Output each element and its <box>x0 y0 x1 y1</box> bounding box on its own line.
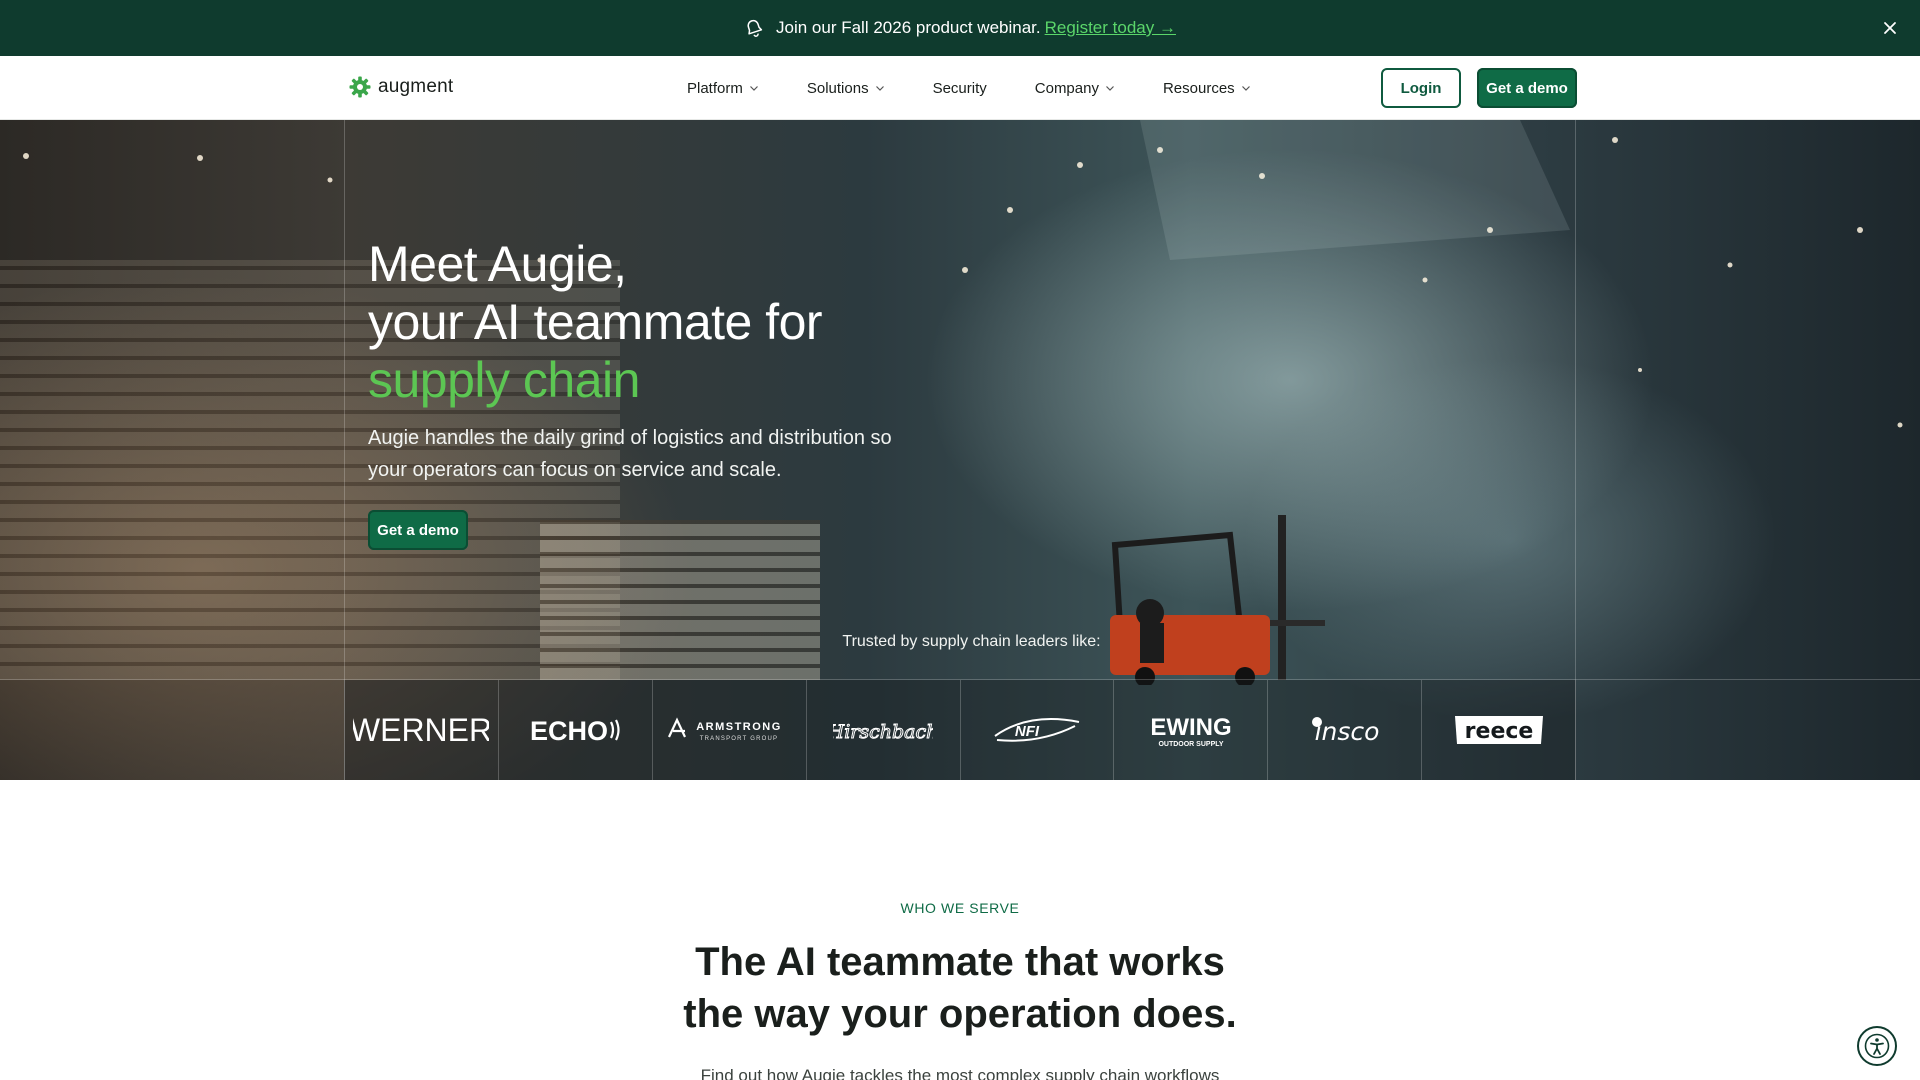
pallet-stacks-decoration <box>540 520 820 680</box>
logo-text: EWING <box>1151 714 1231 741</box>
hero-title: Meet Augie, your AI teammate for supply … <box>368 235 823 409</box>
nav-item-label: Security <box>932 79 987 97</box>
chevron-down-icon <box>749 86 758 91</box>
customer-logo-hirschbach[interactable]: Hirschbach <box>805 680 960 780</box>
section-title-line: the way your operation does. <box>683 992 1237 1036</box>
nav-item-label: Company <box>1034 79 1099 97</box>
nav-item-label: Resources <box>1162 79 1235 97</box>
close-icon[interactable] <box>1878 16 1902 40</box>
customer-logo-nfi[interactable]: NFI <box>959 680 1114 780</box>
section-title-line: The AI teammate that works <box>695 940 1225 984</box>
accessibility-icon[interactable] <box>1857 1026 1897 1066</box>
brand-logo[interactable]: augment <box>348 75 453 99</box>
forklift-decoration <box>1110 515 1325 685</box>
customer-logos: WERNER ECHO ARMSTRONG TRANSPORT GROUP Hi… <box>344 680 1576 780</box>
customer-logo-insco[interactable]: insco <box>1267 680 1422 780</box>
logo-text: ARMSTRONG <box>696 721 782 733</box>
hero-title-accent: supply chain <box>368 352 640 408</box>
logo-text: ECHO <box>530 716 608 746</box>
announcement-bar: Join our Fall 2026 product webinar. Regi… <box>0 0 1920 56</box>
gear-icon <box>348 75 372 99</box>
get-demo-hero-button[interactable]: Get a demo <box>368 510 468 550</box>
chevron-down-icon <box>1106 86 1114 91</box>
customer-logo-ewing[interactable]: EWING OUTDOOR SUPPLY <box>1113 680 1268 780</box>
section-title: The AI teammate that works the way your … <box>0 936 1920 1040</box>
nav-item-platform[interactable]: Platform <box>687 80 759 97</box>
trusted-by-label: Trusted by supply chain leaders like: <box>842 633 1101 650</box>
chevron-down-icon <box>875 86 884 91</box>
bell-icon <box>744 18 764 38</box>
main-nav: augment Platform Solutions Security Comp… <box>0 56 1920 120</box>
nav-item-label: Platform <box>687 79 743 97</box>
nav-item-label: Solutions <box>806 79 869 97</box>
customer-logo-werner[interactable]: WERNER <box>344 680 498 780</box>
hero-title-line: your AI teammate for <box>368 294 823 350</box>
logo-text: Hirschbach <box>833 721 933 743</box>
announcement-text: Join our Fall 2026 product webinar. <box>776 18 1041 37</box>
hero-title-line: Meet Augie, <box>368 236 627 292</box>
nav-item-company[interactable]: Company <box>1035 80 1115 97</box>
register-link[interactable]: Register today → <box>1045 18 1176 38</box>
login-button[interactable]: Login <box>1381 68 1461 108</box>
hero-subtitle: Augie handles the daily grind of logisti… <box>368 427 892 481</box>
brand-name: augment <box>378 76 454 97</box>
nav-item-solutions[interactable]: Solutions <box>807 80 885 97</box>
chevron-down-icon <box>1241 86 1250 91</box>
customer-logo-echo[interactable]: ECHO <box>497 680 652 780</box>
logo-text: reece <box>1464 719 1533 744</box>
section-eyebrow: WHO WE SERVE <box>900 900 1020 916</box>
logo-tagline: OUTDOOR SUPPLY <box>1158 741 1223 748</box>
nav-item-resources[interactable]: Resources <box>1163 80 1251 97</box>
logo-text: NFI <box>1015 723 1040 740</box>
logo-text: WERNER <box>353 712 489 748</box>
nav-menu: Platform Solutions Security Company Reso… <box>687 56 1251 120</box>
customer-logo-reece[interactable]: reece <box>1421 680 1576 780</box>
customer-logo-armstrong[interactable]: ARMSTRONG TRANSPORT GROUP <box>651 680 806 780</box>
logo-text: insco <box>1314 717 1379 746</box>
section-subtitle: Find out how Augie tackles the most comp… <box>700 1066 1220 1080</box>
hero-section: Meet Augie, your AI teammate for supply … <box>0 120 1920 780</box>
nav-item-security[interactable]: Security <box>933 80 987 97</box>
get-demo-nav-button[interactable]: Get a demo <box>1477 68 1577 108</box>
logo-tagline: TRANSPORT GROUP <box>700 736 778 742</box>
